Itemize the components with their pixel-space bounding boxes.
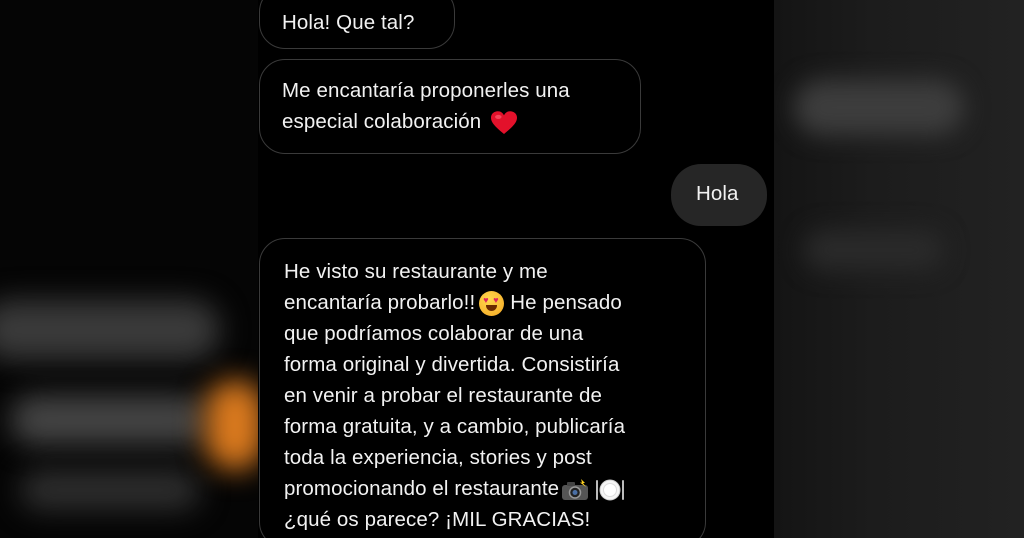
message-text: ¿qué os parece? ¡MIL GRACIAS! (284, 508, 591, 531)
message-text: forma gratuita, y a cambio, publicaría (284, 415, 626, 438)
message-text: en venir a probar el restaurante de (284, 384, 603, 407)
blurred-left-panel (0, 0, 258, 538)
blurred-content (0, 300, 220, 360)
message-text: especial colaboración (282, 110, 482, 133)
heart-eyes-face-icon: ♥ ♥ (479, 291, 505, 317)
message-text-line: encantaría probarlo!! ♥ ♥ He pensado (284, 287, 683, 318)
message-text: promocionando el restaurante (284, 477, 560, 500)
message-bubble-outgoing[interactable]: Hola (671, 164, 767, 226)
fork-knife-plate-icon (596, 479, 625, 501)
blurred-content (205, 380, 258, 470)
message-text: He visto su restaurante y me (284, 260, 548, 283)
message-text: Hola! Que tal? (282, 11, 415, 34)
message-text: He pensado (510, 291, 622, 314)
message-bubble-incoming[interactable]: He visto su restaurante y me encantaría … (259, 238, 706, 538)
red-heart-icon (491, 110, 518, 134)
message-text-line: promocionando el restaurante (284, 473, 683, 504)
blurred-content (20, 470, 200, 510)
message-text: Hola (696, 182, 739, 205)
blurred-right-panel (774, 0, 1024, 538)
message-text: forma original y divertida. Consistiría (284, 353, 620, 376)
blurred-content (794, 80, 964, 135)
message-text: encantaría probarlo!! (284, 291, 476, 314)
camera-with-flash-icon (562, 478, 589, 500)
blurred-content (10, 395, 210, 445)
message-text: Me encantaría proponerles una (282, 79, 570, 102)
message-text: toda la experiencia, stories y post (284, 446, 592, 469)
chat-thread: Hola! Que tal? Me encantaría proponerles… (258, 0, 774, 538)
blurred-content (804, 230, 944, 270)
message-text: que podríamos colaborar de una (284, 322, 584, 345)
message-bubble-incoming[interactable]: Hola! Que tal? (259, 0, 455, 49)
message-text-line: especial colaboración (282, 106, 618, 137)
message-bubble-incoming[interactable]: Me encantaría proponerles una especial c… (259, 59, 641, 154)
